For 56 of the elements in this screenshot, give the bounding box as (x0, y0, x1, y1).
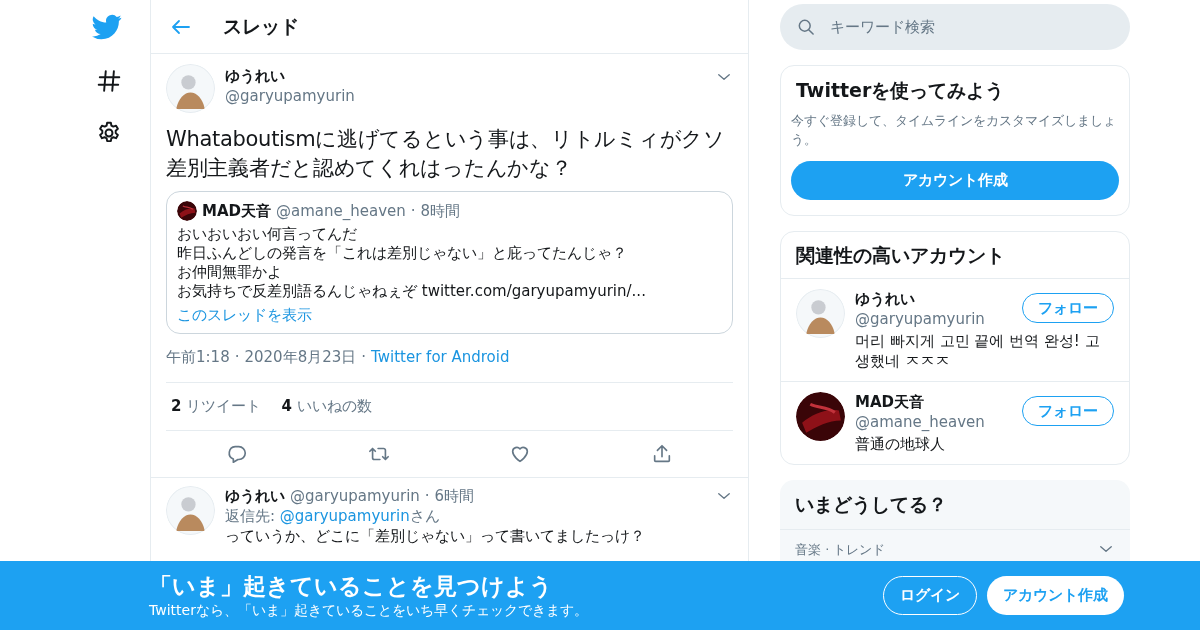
tweet-text: Whataboutismに逃げてるという事は、リトルミィがクソ差別主義者だと認めてくれはったんかな？ (166, 126, 726, 182)
card-text: 今すぐ登録して、タイムラインをカスタマイズしましょう。 (791, 111, 1117, 149)
tweet-time: 8時間 (420, 201, 461, 222)
avatar (796, 289, 845, 338)
account-bio: 普通の地球人 (855, 434, 946, 454)
card-title: いまどうしてる？ (780, 480, 1130, 530)
stat-label[interactable]: いいねの数 (296, 395, 372, 418)
avatar (796, 392, 845, 441)
quote-text-line: 昨日ふんどしの発言を「これは差別じゃない」と庇ってたんじゃ？ (177, 243, 628, 263)
banner-subtitle: Twitterなら、「いま」起きていることをいち早くチェックできます。 (149, 600, 589, 620)
avatar (166, 485, 215, 535)
signup-button[interactable]: アカウント作成 (987, 576, 1124, 615)
separator-dot: · (424, 485, 430, 506)
mention-link[interactable]: @garyupamyurin (279, 506, 410, 525)
separator-dot: · (410, 201, 416, 222)
tweet-time: 6時間 (434, 485, 476, 506)
quote-text-line: お仲間無罪かよ (177, 262, 283, 282)
avatar (177, 201, 197, 222)
trend-category: 音楽 · トレンド (795, 540, 887, 559)
reply-text: っていうか、どこに「差別じゃない」って書いてましたっけ？ (225, 525, 646, 546)
account-row[interactable]: ゆうれい @garyupamyurin フォロー 머리 빠지게 고민 끝에 번역 완성! 고생했네 ㅈㅈㅈ (781, 279, 1129, 382)
show-thread-link[interactable]: このスレッドを表示 (177, 304, 312, 325)
tweet-time: 午前1:18 (166, 346, 230, 368)
stat-count: 2 (171, 396, 182, 417)
separator-dot: · (234, 346, 240, 368)
user-name: MAD天音 (855, 392, 925, 412)
card-title: Twitterを使ってみよう (795, 78, 1006, 103)
user-handle: @garyupamyurin (225, 86, 356, 106)
avatar (166, 64, 215, 113)
user-handle: @garyupamyurin (290, 485, 420, 506)
user-name: ゆうれい (225, 485, 285, 506)
bird-logo-icon[interactable] (92, 12, 122, 42)
search-field[interactable]: キーワード検索 (780, 4, 1130, 50)
banner-title: 「いま」起きていることを見つけよう (149, 571, 554, 600)
quote-text-line: おいおいおい何言ってんだ (177, 224, 358, 244)
user-handle: @garyupamyurin (855, 309, 986, 329)
user-handle: @amane_heaven (855, 412, 986, 432)
search-icon (796, 17, 816, 37)
stat-label[interactable]: リツイート (186, 395, 262, 418)
reply-to-text: 返信先: @garyupamyurinさん (225, 505, 441, 526)
page-title: スレッド (223, 14, 299, 40)
source-link[interactable]: Twitter for Android (371, 345, 510, 368)
account-row[interactable]: MAD天音 @amane_heaven フォロー 普通の地球人 (781, 382, 1129, 464)
account-bio: 머리 빠지게 고민 끝에 번역 완성! 고생했네 ㅈㅈㅈ (855, 331, 1101, 371)
card-title: 関連性の高いアカウント (781, 231, 1129, 279)
quote-text-line: お気持ちで反差別語るんじゃねぇぞ twitter.com/garyupamyurin/... (177, 281, 647, 301)
quoted-tweet-card[interactable]: MAD天音 @amane_heaven · 8時間 おいおいおい何言ってんだ 昨日ふんどしの発言を「これは差別じゃない」と庇ってたんじゃ？ お仲間無罪かよ お気持ちで反差別語るんじゃねぇぞ twitter.com/garyupamyurin/... このスレッドを表示 (166, 191, 733, 334)
user-handle: @amane_heaven (276, 201, 406, 222)
hashtag-icon[interactable] (96, 68, 122, 94)
tweet-date: 2020年8月23日 (244, 346, 357, 368)
user-name: ゆうれい (855, 289, 916, 309)
user-name: ゆうれい (225, 66, 286, 86)
user-name: MAD天音 (202, 201, 271, 222)
separator-dot: · (361, 346, 367, 368)
stat-count: 4 (281, 396, 292, 417)
signup-button[interactable]: アカウント作成 (791, 160, 1119, 200)
